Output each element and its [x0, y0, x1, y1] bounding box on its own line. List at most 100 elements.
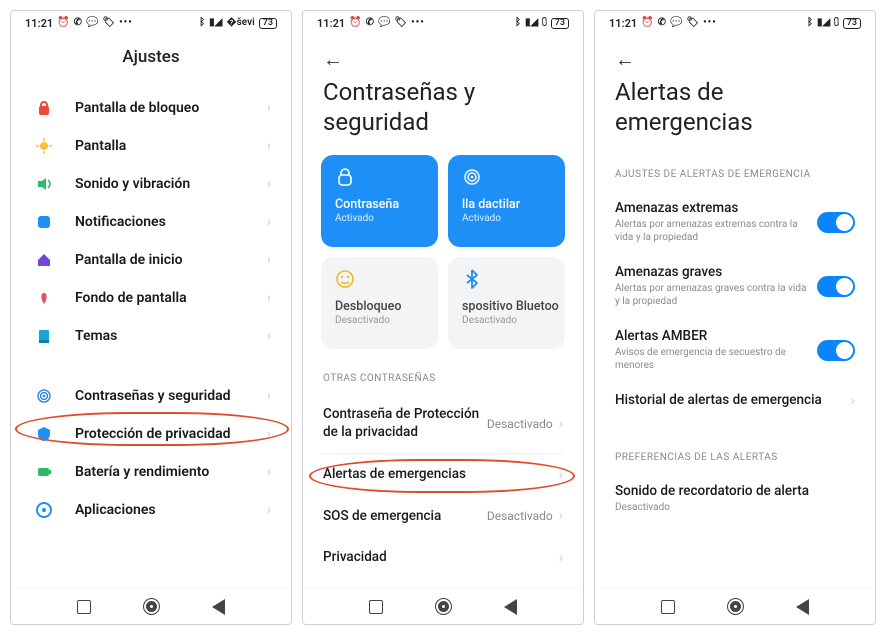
more-icon: •••	[703, 18, 717, 28]
notifications-icon	[35, 213, 53, 231]
chat-icon: 💬	[670, 18, 682, 28]
chevron-right-icon: ›	[267, 214, 271, 230]
face-icon	[335, 269, 424, 289]
phone-settings: 11:21 ⏰ ✆ 💬 🏷 ••• ᛒ ▮◢ �ševi 73 Ajustes …	[10, 10, 292, 625]
nav-bar	[595, 588, 875, 624]
bluetooth-icon: ᛒ	[807, 18, 813, 28]
row-wallpaper[interactable]: Fondo de pantalla ›	[11, 279, 291, 317]
chevron-right-icon: ›	[559, 550, 563, 566]
nav-home[interactable]	[435, 598, 452, 615]
lock-icon	[35, 99, 53, 117]
row-alert-reminder-sound[interactable]: Sonido de recordatorio de alerta Desacti…	[595, 473, 875, 524]
row-emergency-alerts[interactable]: Alertas de emergencias ›	[303, 454, 583, 496]
row-display[interactable]: Pantalla ›	[11, 127, 291, 165]
row-sound[interactable]: Sonido y vibración ›	[11, 165, 291, 203]
nav-bar	[303, 588, 583, 624]
section-label-alert-preferences: PREFERENCIAS DE LAS ALERTAS	[595, 438, 875, 473]
battery-icon-status: 73	[843, 18, 861, 29]
card-bluetooth-device[interactable]: spositivo Bluetoo Desactivado	[448, 257, 565, 349]
battery-icon-status: 73	[551, 18, 569, 29]
section-label-other-passwords: OTRAS CONTRASEÑAS	[303, 359, 583, 394]
nav-recent[interactable]	[369, 600, 383, 614]
nav-back[interactable]	[212, 599, 225, 615]
toggle-switch[interactable]	[817, 212, 855, 233]
row-privacy-password[interactable]: Contraseña de Protección de la privacida…	[303, 394, 583, 453]
chevron-right-icon: ›	[267, 100, 271, 116]
card-password[interactable]: Contraseña Activado	[321, 155, 438, 247]
row-privacy-protection[interactable]: Protección de privacidad ›	[11, 415, 291, 453]
row-battery-performance[interactable]: Batería y rendimiento ›	[11, 453, 291, 491]
nav-recent[interactable]	[77, 600, 91, 614]
alarm-icon: ⏰	[349, 18, 361, 28]
more-icon: •••	[411, 18, 425, 28]
row-extreme-threats[interactable]: Amenazas extremas Alertas por amenazas e…	[595, 190, 875, 254]
section-label-emergency-settings: AJUSTES DE ALERTAS DE EMERGENCIA	[595, 155, 875, 190]
row-themes[interactable]: Temas ›	[11, 317, 291, 355]
home-icon	[35, 251, 53, 269]
more-icon: •••	[119, 18, 133, 28]
whatsapp-icon: ✆	[658, 18, 666, 28]
wifi-icon: �ševi	[226, 18, 254, 28]
whatsapp-icon: ✆	[74, 18, 82, 28]
nav-home[interactable]	[727, 598, 744, 615]
status-time: 11:21	[25, 17, 53, 30]
signal-icon: ▮◢	[525, 18, 538, 28]
phone-security: 11:21 ⏰ ✆ 💬 🏷 ••• ᛒ ▮◢ ⩇ 73 ← Contraseña…	[302, 10, 584, 625]
toggle-switch[interactable]	[817, 340, 855, 361]
row-lock-screen[interactable]: Pantalla de bloqueo ›	[11, 89, 291, 127]
bluetooth-icon	[462, 269, 551, 289]
row-notifications[interactable]: Notificaciones ›	[11, 203, 291, 241]
row-amber-alerts[interactable]: Alertas AMBER Avisos de emergencia de se…	[595, 318, 875, 382]
chevron-right-icon: ›	[559, 467, 563, 483]
nav-bar	[11, 588, 291, 624]
chevron-right-icon: ›	[267, 328, 271, 344]
nav-home[interactable]	[143, 598, 160, 615]
wifi-icon: ⩇	[542, 18, 547, 28]
chevron-right-icon: ›	[267, 388, 271, 404]
chevron-right-icon: ›	[267, 290, 271, 306]
shield-icon	[35, 425, 53, 443]
bluetooth-icon: ᛒ	[199, 18, 205, 28]
row-severe-threats[interactable]: Amenazas graves Alertas por amenazas gra…	[595, 254, 875, 318]
screen-passwords-security: ← Contraseñas y seguridad Contraseña Act…	[303, 35, 583, 588]
card-fingerprint[interactable]: lla dactilar Activado	[448, 155, 565, 247]
bluetooth-icon: ᛒ	[515, 18, 521, 28]
row-apps[interactable]: Aplicaciones ›	[11, 491, 291, 529]
status-time: 11:21	[317, 17, 345, 30]
lock-icon	[335, 167, 424, 187]
row-home-screen[interactable]: Pantalla de inicio ›	[11, 241, 291, 279]
chevron-right-icon: ›	[267, 252, 271, 268]
alarm-icon: ⏰	[641, 18, 653, 28]
row-passwords-security[interactable]: Contraseñas y seguridad ›	[11, 377, 291, 415]
themes-icon	[35, 327, 53, 345]
status-bar: 11:21 ⏰ ✆ 💬 🏷 ••• ᛒ ▮◢ �ševi 73	[11, 11, 291, 35]
chevron-right-icon: ›	[267, 502, 271, 518]
chevron-right-icon: ›	[559, 508, 563, 524]
back-button[interactable]: ←	[595, 35, 875, 69]
row-alert-history[interactable]: Historial de alertas de emergencia ›	[595, 382, 875, 420]
chat-icon: 💬	[378, 18, 390, 28]
page-title: Contraseñas y seguridad	[303, 69, 583, 155]
wifi-icon: ⩇	[834, 18, 839, 28]
chat-icon: 💬	[86, 18, 98, 28]
nav-recent[interactable]	[661, 600, 675, 614]
chevron-right-icon: ›	[267, 426, 271, 442]
signal-icon: ▮◢	[817, 18, 830, 28]
signal-icon: ▮◢	[209, 18, 222, 28]
status-bar: 11:21 ⏰ ✆ 💬 🏷 ••• ᛒ ▮◢ ⩇ 73	[303, 11, 583, 35]
toggle-switch[interactable]	[817, 276, 855, 297]
speaker-icon	[35, 175, 53, 193]
wallpaper-icon	[35, 289, 53, 307]
chevron-right-icon: ›	[559, 416, 563, 432]
battery-icon-status: 73	[259, 18, 277, 29]
back-button[interactable]: ←	[303, 35, 583, 69]
page-title: Alertas de emergencias	[595, 69, 875, 155]
nav-back[interactable]	[504, 599, 517, 615]
nav-back[interactable]	[796, 599, 809, 615]
chevron-right-icon: ›	[267, 138, 271, 154]
page-title: Ajustes	[11, 35, 291, 89]
card-face-unlock[interactable]: Desbloqueo Desactivado	[321, 257, 438, 349]
row-privacy[interactable]: Privacidad ›	[303, 537, 583, 579]
row-sos-emergency[interactable]: SOS de emergencia Desactivado ›	[303, 496, 583, 538]
battery-icon	[35, 463, 53, 481]
